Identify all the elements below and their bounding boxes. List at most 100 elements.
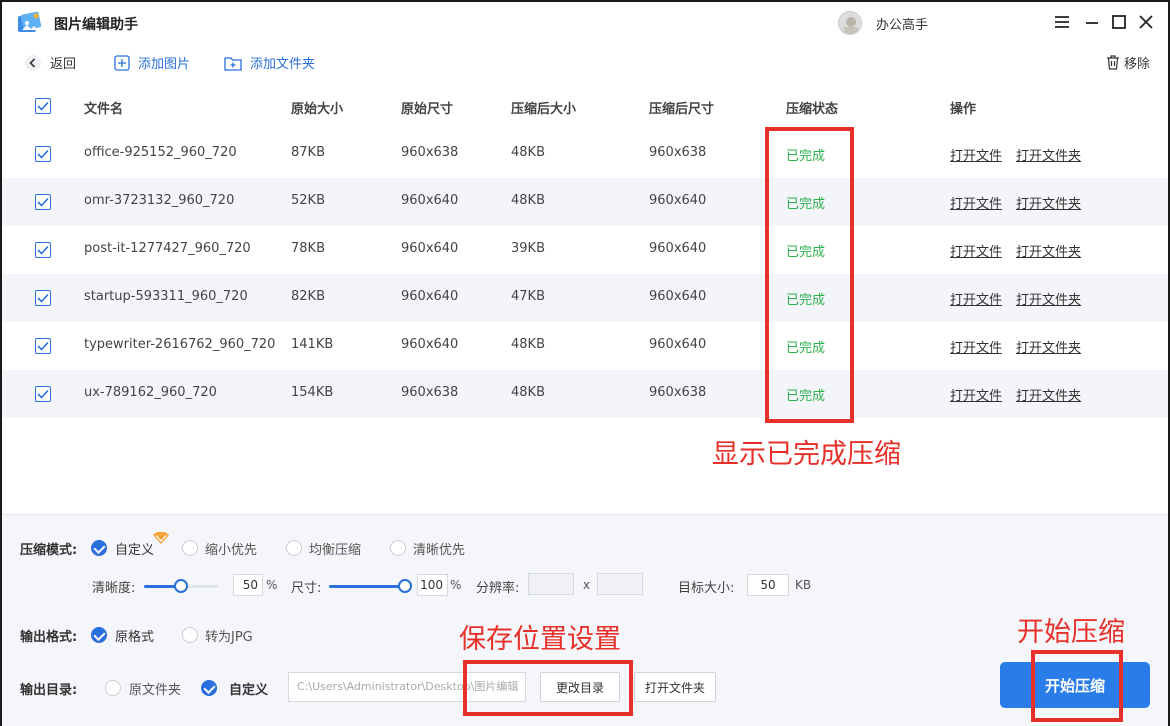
- col-filename: 文件名: [84, 102, 124, 117]
- cell-status: 已完成: [786, 389, 826, 404]
- open-file-link[interactable]: 打开文件: [950, 385, 1002, 404]
- open-folder-link[interactable]: 打开文件夹: [1016, 193, 1081, 212]
- col-new-dim: 压缩后尺寸: [649, 102, 715, 117]
- output-path-input[interactable]: C:\Users\Administrator\Desktop\图片编辑: [288, 672, 526, 702]
- mode-radio-small[interactable]: [182, 540, 198, 556]
- open-file-link[interactable]: 打开文件: [950, 289, 1002, 308]
- user-name[interactable]: 办公高手: [876, 14, 928, 33]
- open-folder-link[interactable]: 打开文件夹: [1016, 337, 1081, 356]
- format-radio-original[interactable]: [91, 627, 107, 643]
- add-folder-button[interactable]: 添加文件夹: [224, 53, 315, 72]
- add-folder-icon: [224, 56, 242, 71]
- add-image-icon: [114, 54, 130, 71]
- mode-label: 压缩模式:: [20, 543, 78, 558]
- output-radio-custom[interactable]: [201, 680, 217, 696]
- target-size-label: 目标大小:: [678, 581, 735, 596]
- cell-filename: office-925152_960_720: [84, 145, 237, 160]
- mode-radio-balanced[interactable]: [286, 540, 302, 556]
- target-size-input[interactable]: 50: [747, 574, 789, 596]
- row-checkbox[interactable]: [35, 146, 51, 162]
- cell-status: 已完成: [786, 341, 826, 356]
- annotation-text-completed: 显示已完成压缩: [712, 439, 901, 470]
- row-checkbox[interactable]: [35, 242, 51, 258]
- output-radio-original[interactable]: [105, 680, 121, 696]
- user-avatar[interactable]: [838, 11, 862, 35]
- cell-new-size: 48KB: [511, 193, 545, 208]
- table-header: 文件名 原始大小 原始尺寸 压缩后大小 压缩后尺寸 压缩状态 操作: [2, 82, 1168, 130]
- row-checkbox[interactable]: [35, 290, 51, 306]
- close-icon[interactable]: [1134, 10, 1158, 34]
- back-label: 返回: [50, 57, 77, 72]
- open-folder-link[interactable]: 打开文件夹: [1016, 145, 1081, 164]
- cell-new-dim: 960x638: [649, 385, 707, 400]
- clarity-slider-knob[interactable]: [174, 579, 188, 593]
- app-title: 图片编辑助手: [54, 17, 138, 33]
- mode-label-clear: 清晰优先: [413, 543, 466, 558]
- cell-new-dim: 960x640: [649, 193, 707, 208]
- resolution-sep: x: [583, 578, 591, 592]
- cell-status: 已完成: [786, 197, 826, 212]
- remove-button[interactable]: 移除: [1106, 53, 1150, 72]
- table-row[interactable]: office-925152_960_720 87KB 960x638 48KB 960x…: [2, 130, 1168, 178]
- cell-orig-size: 141KB: [291, 337, 334, 352]
- cell-orig-dim: 960x640: [401, 289, 459, 304]
- cell-new-dim: 960x640: [649, 241, 707, 256]
- open-folder-link[interactable]: 打开文件夹: [1016, 385, 1081, 404]
- row-checkbox[interactable]: [35, 338, 51, 354]
- cell-new-dim: 960x640: [649, 289, 707, 304]
- cell-orig-dim: 960x640: [401, 337, 459, 352]
- cell-orig-size: 87KB: [291, 145, 325, 160]
- cell-filename: ux-789162_960_720: [84, 385, 217, 400]
- annotation-text-save: 保存位置设置: [459, 624, 621, 655]
- open-folder-link[interactable]: 打开文件夹: [1016, 289, 1081, 308]
- table-row[interactable]: typewriter-2616762_960_720 141KB 960x640 48…: [2, 322, 1168, 370]
- size-input[interactable]: 100: [417, 574, 448, 596]
- mode-radio-clear[interactable]: [390, 540, 406, 556]
- cell-new-dim: 960x638: [649, 145, 707, 160]
- resolution-width-input[interactable]: [528, 573, 574, 595]
- cell-orig-dim: 960x638: [401, 145, 459, 160]
- back-button[interactable]: 返回: [24, 53, 76, 72]
- open-folder-link[interactable]: 打开文件夹: [1016, 241, 1081, 260]
- format-radio-jpg[interactable]: [182, 627, 198, 643]
- format-label-original: 原格式: [115, 630, 155, 645]
- col-status: 压缩状态: [786, 102, 839, 117]
- size-slider-knob[interactable]: [398, 579, 412, 593]
- table-row[interactable]: startup-593311_960_720 82KB 960x640 47KB 960…: [2, 274, 1168, 322]
- cell-filename: startup-593311_960_720: [84, 289, 248, 304]
- row-checkbox[interactable]: [35, 194, 51, 210]
- cell-filename: post-it-1277427_960_720: [84, 241, 251, 256]
- table-row[interactable]: ux-789162_960_720 154KB 960x638 48KB 960x638…: [2, 370, 1168, 418]
- cell-orig-dim: 960x640: [401, 193, 459, 208]
- open-file-link[interactable]: 打开文件: [950, 145, 1002, 164]
- menu-icon[interactable]: [1050, 10, 1074, 34]
- output-label: 输出目录:: [20, 683, 78, 698]
- cell-filename: omr-3723132_960_720: [84, 193, 235, 208]
- change-dir-button[interactable]: 更改目录: [540, 672, 620, 702]
- cell-orig-size: 52KB: [291, 193, 325, 208]
- open-file-link[interactable]: 打开文件: [950, 193, 1002, 212]
- cell-orig-size: 82KB: [291, 289, 325, 304]
- mode-label-balanced: 均衡压缩: [309, 543, 362, 558]
- table-row[interactable]: omr-3723132_960_720 52KB 960x640 48KB 960x64…: [2, 178, 1168, 226]
- vip-badge-icon: [152, 531, 170, 549]
- open-file-link[interactable]: 打开文件: [950, 241, 1002, 260]
- annotation-text-start: 开始压缩: [1017, 617, 1125, 648]
- cell-new-size: 48KB: [511, 145, 545, 160]
- open-file-link[interactable]: 打开文件: [950, 337, 1002, 356]
- size-label: 尺寸:: [291, 581, 322, 596]
- resolution-height-input[interactable]: [597, 573, 643, 595]
- start-compress-button[interactable]: 开始压缩: [1000, 662, 1150, 708]
- title-bar: 图片编辑助手 办公高手: [2, 2, 1168, 44]
- select-all-checkbox[interactable]: [35, 98, 51, 114]
- mode-radio-custom[interactable]: [91, 540, 107, 556]
- cell-orig-dim: 960x638: [401, 385, 459, 400]
- clarity-input[interactable]: 50: [233, 574, 263, 596]
- minimize-icon[interactable]: [1080, 10, 1104, 34]
- maximize-icon[interactable]: [1107, 10, 1131, 34]
- row-checkbox[interactable]: [35, 386, 51, 402]
- table-row[interactable]: post-it-1277427_960_720 78KB 960x640 39KB 96…: [2, 226, 1168, 274]
- remove-label: 移除: [1124, 57, 1151, 72]
- open-output-folder-button[interactable]: 打开文件夹: [634, 672, 716, 702]
- add-image-button[interactable]: 添加图片: [114, 53, 190, 72]
